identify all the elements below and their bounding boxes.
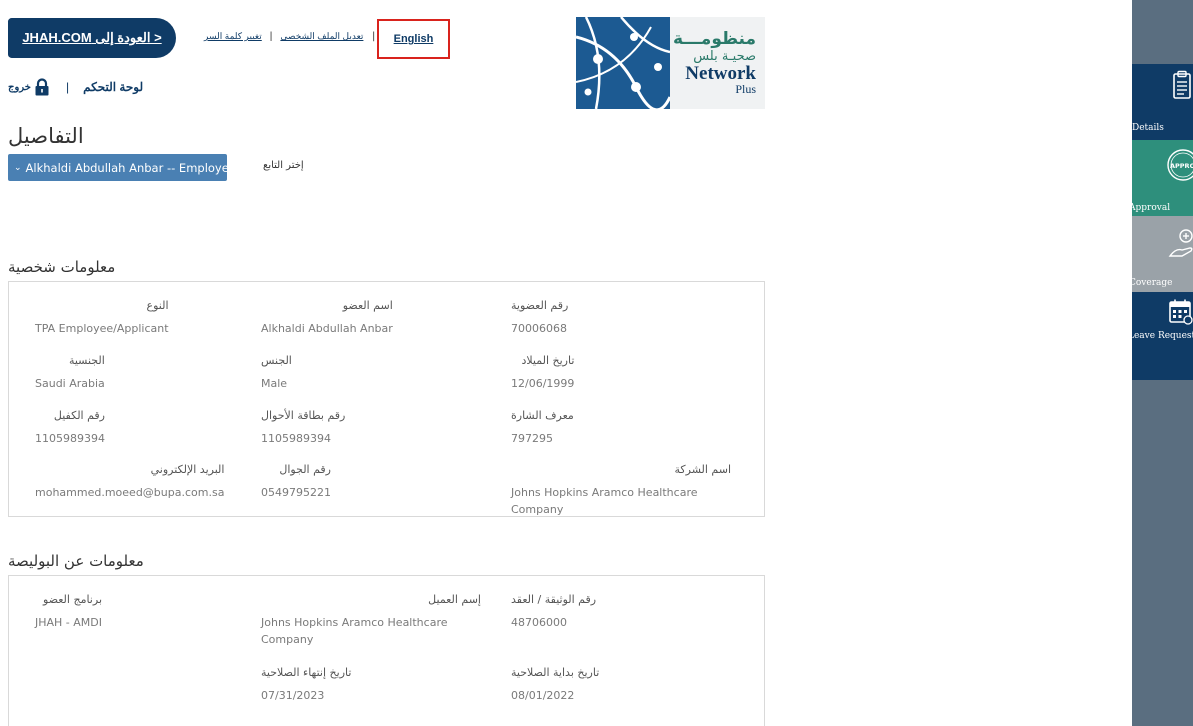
field-end-date: تاريخ إنتهاء الصلاحية 07/31/2023 (261, 665, 351, 704)
field-start-date: تاريخ بداية الصلاحية 08/01/2022 (511, 665, 599, 704)
svg-text:APPROV: APPROV (1170, 162, 1193, 170)
field-value: 48706000 (511, 616, 567, 629)
field-label: تاريخ الميلاد (521, 354, 575, 367)
field-label: الجنسية (68, 354, 105, 367)
account-actions: خروج | لوحة التحكم (8, 78, 143, 96)
language-english-link[interactable]: English (394, 33, 434, 45)
field-value: Alkhaldi Abdullah Anbar (261, 322, 393, 335)
logout-button[interactable]: خروج (8, 78, 50, 96)
field-member-name: اسم العضو Alkhaldi Abdullah Anbar (261, 298, 393, 337)
field-value: 08/01/2022 (511, 689, 575, 702)
field-label: رقم الكفيل (53, 409, 105, 422)
separator: | (65, 80, 70, 94)
field-label: الجنس (261, 354, 292, 367)
policy-info-panel: برنامج العضو JHAH - AMDI إسم العميل John… (8, 575, 765, 726)
dashboard-link[interactable]: لوحة التحكم (83, 80, 143, 94)
field-type: النوع TPA Employee/Applicant (35, 298, 169, 337)
sidebar-item-details[interactable]: Details (1132, 64, 1193, 140)
sidebar-item-label: Coverage (1129, 278, 1173, 288)
field-label: تاريخ إنتهاء الصلاحية (261, 666, 352, 679)
field-badge-id: معرف الشارة 797295 (511, 408, 574, 447)
field-label: برنامج العضو (43, 593, 103, 606)
field-policy-no: رقم الوثيقة / العقد 48706000 (511, 592, 596, 631)
chevron-down-icon: ⌄ (14, 162, 22, 173)
dependent-select[interactable]: ⌄ Alkhaldi Abdullah Anbar -- Employee (8, 154, 227, 181)
language-switch-highlight: English (377, 19, 450, 59)
field-label: اسم العضو (342, 299, 393, 312)
field-value: 70006068 (511, 322, 567, 335)
field-client-name: إسم العميل Johns Hopkins Aramco Healthca… (261, 592, 481, 648)
right-sidebar: Details APPROV Approval Coverage (1128, 0, 1193, 726)
field-value: Johns Hopkins Aramco Healthcare Company (261, 616, 448, 646)
field-label: إسم العميل (428, 593, 481, 606)
field-label: رقم الوثيقة / العقد (511, 593, 597, 606)
field-value: 1105989394 (35, 432, 105, 445)
page-title: التفاصيل (8, 124, 84, 148)
field-sponsor-no: رقم الكفيل 1105989394 (35, 408, 105, 447)
policy-info-title: معلومات عن البوليصة (8, 552, 144, 570)
field-company: اسم الشركة Johns Hopkins Aramco Healthca… (511, 462, 731, 518)
logout-label: خروج (8, 81, 31, 93)
top-links: تغيير كلمة السر | تعديل الملف الشخصي (204, 31, 363, 42)
back-to-jhah-button[interactable]: < العودة إلى JHAH.COM (8, 18, 176, 58)
edit-profile-link[interactable]: تعديل الملف الشخصي (280, 31, 363, 42)
field-value: 07/31/2023 (261, 689, 325, 702)
field-gender: الجنس Male (261, 353, 292, 392)
personal-info-title: معلومات شخصية (8, 258, 116, 276)
field-mobile: رقم الجوال 0549795221 (261, 462, 331, 501)
field-value: Saudi Arabia (35, 377, 105, 390)
field-value: 0549795221 (261, 486, 331, 499)
logo-english-line1: Network (685, 63, 756, 84)
field-value: Johns Hopkins Aramco Healthcare Company (511, 486, 698, 516)
field-label: رقم بطاقة الأحوال (261, 409, 346, 422)
dependent-label: إختر التابع (263, 160, 304, 171)
field-value: mohammed.moeed@bupa.com.sa (35, 486, 225, 499)
field-program: برنامج العضو JHAH - AMDI (35, 592, 102, 631)
field-label: رقم الجوال (279, 463, 331, 476)
sidebar-item-label: Leave Request (1128, 331, 1193, 341)
field-nationality: الجنسية Saudi Arabia (35, 353, 105, 392)
field-email: البريد الإلكتروني mohammed.moeed@bupa.co… (35, 462, 224, 501)
calendar-icon (1168, 298, 1193, 330)
dependent-select-value: Alkhaldi Abdullah Anbar -- Employee (25, 160, 227, 175)
field-dob: تاريخ الميلاد 12/06/1999 (511, 353, 574, 392)
personal-info-panel: النوع TPA Employee/Applicant اسم العضو A… (8, 281, 765, 517)
logo-text: منظومـــة صحيـة بلس Network Plus (670, 17, 765, 109)
logo-arabic-line2: صحيـة بلس (693, 49, 756, 64)
field-civil-id: رقم بطاقة الأحوال 1105989394 (261, 408, 345, 447)
sidebar-item-label: Details (1132, 123, 1164, 133)
document-icon (1172, 70, 1192, 104)
sidebar-item-leave-request[interactable]: Leave Request (1128, 292, 1193, 380)
field-value: Male (261, 377, 288, 390)
approval-stamp-icon: APPROV (1166, 148, 1193, 186)
field-membership-no: رقم العضوية 70006068 (511, 298, 568, 337)
field-label: رقم العضوية (511, 299, 569, 312)
sidebar-item-coverage[interactable]: Coverage (1129, 216, 1193, 292)
separator: | (269, 31, 273, 42)
logo-graphic (576, 17, 670, 109)
field-label: اسم الشركة (674, 463, 731, 476)
logo-english-line2: Plus (735, 82, 756, 96)
change-password-link[interactable]: تغيير كلمة السر (204, 31, 262, 42)
lock-icon (34, 78, 50, 96)
coverage-hand-icon (1168, 226, 1193, 264)
logo-arabic-line1: منظومـــة (673, 29, 756, 49)
separator: | (372, 31, 376, 42)
field-value: 797295 (511, 432, 553, 445)
sidebar-item-label: Approval (1129, 203, 1171, 213)
field-label: تاريخ بداية الصلاحية (511, 666, 600, 679)
field-label: البريد الإلكتروني (150, 463, 225, 476)
field-label: معرف الشارة (511, 409, 574, 422)
field-value: 1105989394 (261, 432, 331, 445)
network-plus-logo: منظومـــة صحيـة بلس Network Plus (576, 17, 765, 109)
field-label: النوع (146, 299, 169, 312)
field-value: TPA Employee/Applicant (35, 322, 169, 335)
field-value: JHAH - AMDI (35, 616, 103, 629)
field-value: 12/06/1999 (511, 377, 575, 390)
sidebar-item-approval[interactable]: APPROV Approval (1129, 140, 1193, 216)
